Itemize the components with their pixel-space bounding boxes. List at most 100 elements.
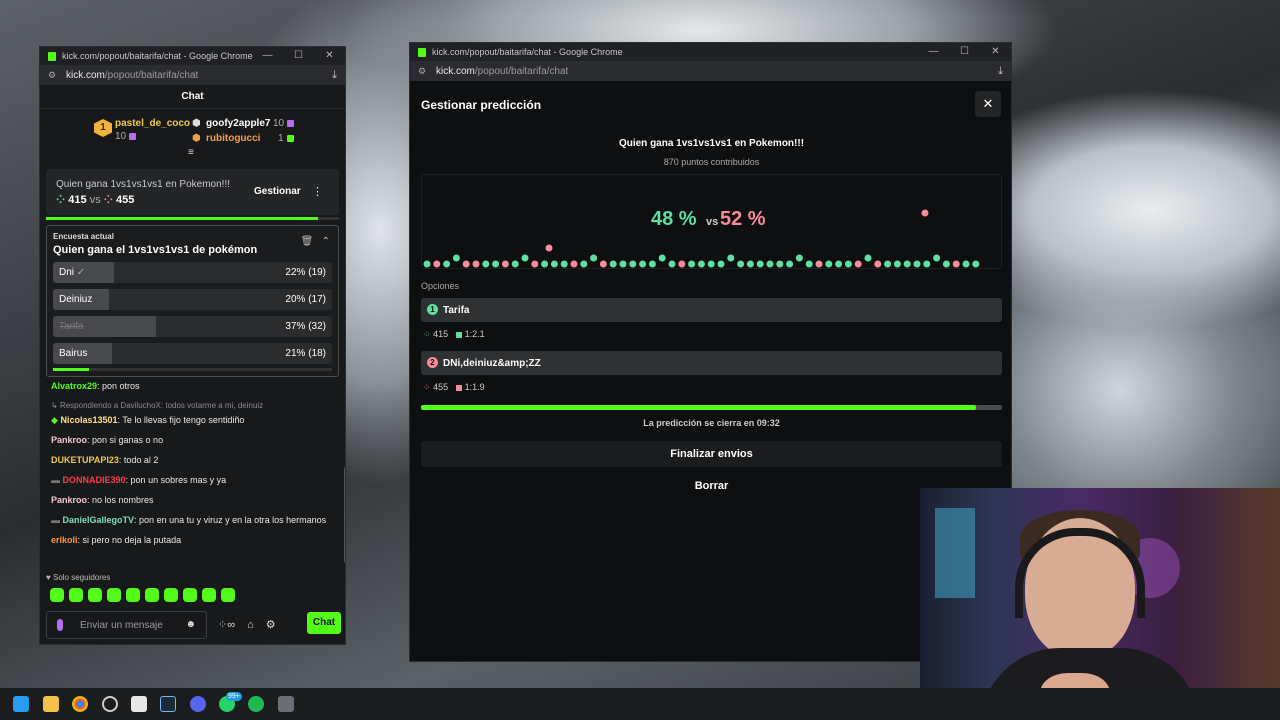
more-options-icon[interactable]: ⋮ <box>312 185 323 198</box>
chat-username[interactable]: Nicolas13501 <box>60 415 117 425</box>
emote-icon[interactable] <box>183 588 197 602</box>
contribution-dot <box>472 260 480 268</box>
reply-context: ↳ Respondiendo a DaviluchoX: todos votar… <box>51 401 264 410</box>
poll-option[interactable]: Deiniuz 20% (17) <box>53 289 332 310</box>
emote-icon[interactable] <box>69 588 83 602</box>
contribution-dot <box>545 244 553 252</box>
prediction-icon[interactable]: ⁘∞ <box>218 618 235 631</box>
settings-icon[interactable]: ⚙ <box>266 618 276 631</box>
chat-address-bar[interactable]: ⚙ kick.com/popout/baitarifa/chat ⤓ <box>40 65 345 85</box>
maximize-icon[interactable]: ☐ <box>283 47 314 65</box>
contribution-dot <box>815 260 823 268</box>
chat-username[interactable]: Pankroo <box>51 435 87 445</box>
contribution-dot <box>688 260 696 268</box>
file-explorer-icon[interactable] <box>43 696 59 712</box>
chat-message-input[interactable]: Enviar un mensaje ☻ <box>46 611 207 639</box>
prediction-window-titlebar[interactable]: kick.com/popout/baitarifa/chat - Google … <box>410 43 1011 61</box>
minimize-icon[interactable]: — <box>252 47 283 65</box>
chat-username[interactable]: Alvatrox29 <box>51 381 97 391</box>
chat-username[interactable]: DONNADIE390 <box>63 475 126 485</box>
poll-option[interactable]: Dni ✓ 22% (19) <box>53 262 332 283</box>
taskbar: 99+ <box>0 688 1280 720</box>
url-host: kick.com <box>436 65 475 77</box>
minimize-icon[interactable]: — <box>918 43 949 61</box>
close-dialog-button[interactable]: ✕ <box>975 91 1001 117</box>
contribution-dot <box>923 260 931 268</box>
download-icon[interactable]: ⤓ <box>332 69 337 82</box>
prediction-question: Quien gana 1vs1vs1vs1 en Pokemon!!! <box>618 138 805 149</box>
contribution-dot <box>423 260 431 268</box>
option-1-stats: ⁘ 415 1:2.1 <box>423 329 485 339</box>
contribution-dot <box>844 260 852 268</box>
prediction-option-1[interactable]: 1 Tarifa <box>421 298 1002 322</box>
emote-icon[interactable] <box>221 588 235 602</box>
poll-option[interactable]: Tarifa 37% (32) <box>53 316 332 337</box>
points-contributed: 870 puntos contribuidos <box>663 157 760 167</box>
chevron-up-icon[interactable]: ⌃ <box>322 236 330 247</box>
download-icon[interactable]: ⤓ <box>998 65 1003 78</box>
obs-icon[interactable] <box>102 696 118 712</box>
leader-1-name[interactable]: pastel_de_coco <box>115 118 190 129</box>
contribution-dot <box>482 260 490 268</box>
emote-icon[interactable] <box>50 588 64 602</box>
contribution-dot <box>864 254 872 262</box>
collapse-icon[interactable]: ≡ <box>188 147 194 158</box>
calculator-icon[interactable] <box>278 696 294 712</box>
emote-icon[interactable] <box>145 588 159 602</box>
leader-3-name[interactable]: rubitogucci <box>206 133 260 144</box>
maximize-icon[interactable]: ☐ <box>949 43 980 61</box>
chat-scrollbar[interactable] <box>344 467 345 563</box>
prediction-option-2[interactable]: 2 DNi,deiniuz&amp;ZZ <box>421 351 1002 375</box>
ratio-icon <box>455 384 462 391</box>
contribution-dot <box>639 260 647 268</box>
delete-button[interactable]: Borrar <box>421 473 1002 499</box>
steam-icon[interactable] <box>160 696 176 712</box>
finalize-button[interactable]: Finalizar envios <box>421 441 1002 467</box>
red-dots-icon: ⁘ <box>103 194 113 206</box>
contribution-dot <box>462 260 470 268</box>
prediction-address-bar[interactable]: ⚙ kick.com/popout/baitarifa/chat ⤓ <box>410 61 1011 81</box>
chat-username[interactable]: DUKETUPAPI23 <box>51 455 119 465</box>
emote-icon[interactable] <box>164 588 178 602</box>
emote-icon[interactable] <box>107 588 121 602</box>
chat-text: : pon un sobres mas y ya <box>125 475 227 485</box>
discord-icon[interactable] <box>190 696 206 712</box>
chat-text: : Te lo llevas fijo tengo sentidiño <box>117 415 245 425</box>
badge-icon: ◆ <box>51 415 58 425</box>
manage-button[interactable]: Gestionar <box>254 186 301 197</box>
chat-username[interactable]: DanielGallegoTV <box>63 515 135 525</box>
leader-3-count: 1 <box>278 133 294 144</box>
pinned-prediction[interactable]: Quien gana 1vs1vs1vs1 en Pokemon!!! ⁘ 41… <box>46 169 339 215</box>
emote-icon[interactable] <box>126 588 140 602</box>
emote-icon[interactable] <box>88 588 102 602</box>
chrome-icon[interactable] <box>72 696 88 712</box>
poll-option[interactable]: Bairus 21% (18) <box>53 343 332 364</box>
leader-2-name[interactable]: goofy2apple7 <box>206 118 270 129</box>
contribution-dot <box>766 260 774 268</box>
store-icon[interactable]: ⌂ <box>247 619 254 631</box>
option-name: Tarifa <box>443 305 470 316</box>
microphone-icon[interactable] <box>57 619 63 631</box>
chat-username[interactable]: erikoli <box>51 535 78 545</box>
emoji-icon[interactable]: ☻ <box>185 619 196 630</box>
emote-icon[interactable] <box>202 588 216 602</box>
send-chat-button[interactable]: Chat <box>307 612 341 634</box>
poll-option-name: Tarifa <box>59 321 84 332</box>
chat-window-titlebar[interactable]: kick.com/popout/baitarifa/chat - Google … <box>40 47 345 65</box>
spotify-icon[interactable] <box>248 696 264 712</box>
close-icon[interactable]: ✕ <box>980 43 1011 61</box>
app-icon[interactable] <box>131 696 147 712</box>
contribution-dot <box>825 260 833 268</box>
chat-text: : no los nombres <box>87 495 154 505</box>
close-icon[interactable]: ✕ <box>314 47 345 65</box>
windows-start-icon[interactable] <box>13 696 29 712</box>
crown-icon: ⬢ <box>192 118 201 129</box>
chat-username[interactable]: Pankroo <box>51 495 87 505</box>
site-settings-icon[interactable]: ⚙ <box>48 70 58 81</box>
chat-header: Chat <box>40 85 345 109</box>
contribution-dot <box>776 260 784 268</box>
site-settings-icon[interactable]: ⚙ <box>418 66 428 77</box>
pinned-progress-bar <box>46 217 339 220</box>
chat-text: : si pero no deja la putada <box>77 535 182 545</box>
trash-icon[interactable]: 🗑 <box>301 236 314 247</box>
